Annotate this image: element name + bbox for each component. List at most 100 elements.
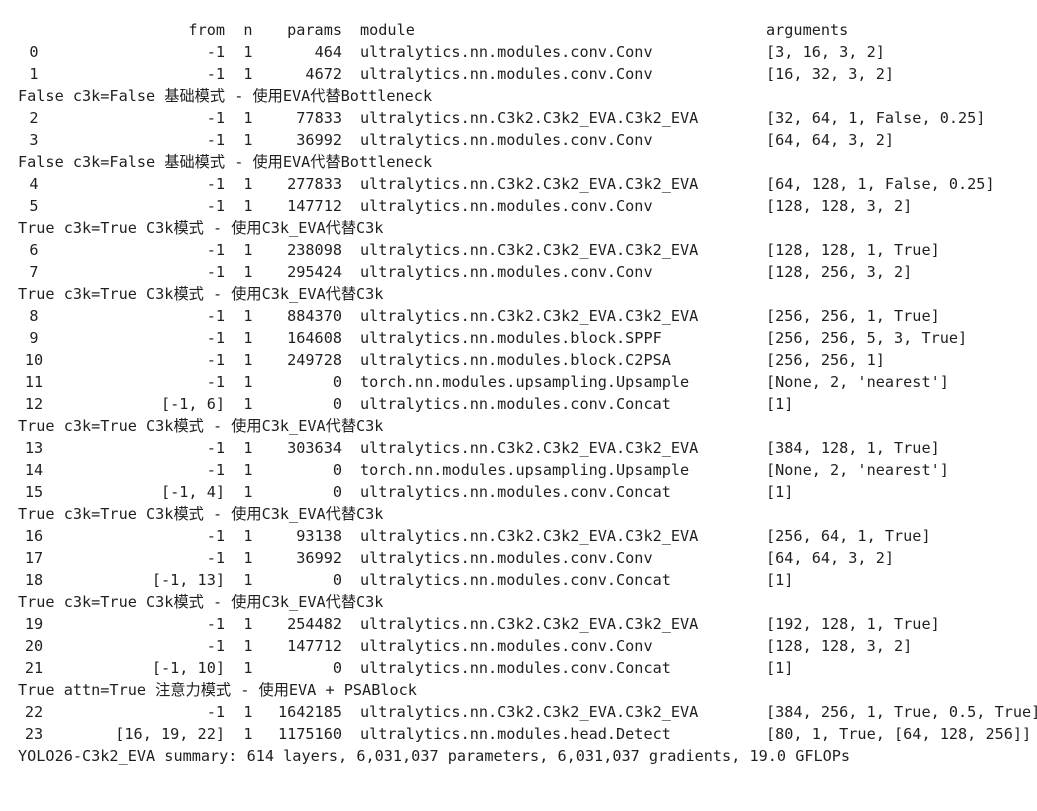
summary-line: YOLO26-C3k2_EVA summary: 614 layers, 6,0…: [0, 745, 1037, 767]
layer-module: ultralytics.nn.C3k2.C3k2_EVA.C3k2_EVA: [360, 109, 699, 127]
layer-params: 0: [332, 373, 342, 391]
layer-params: 147712: [287, 197, 342, 215]
table-row: 21 [-1, 10] 1 0 ultralytics.nn.modules.conv.…: [0, 657, 1037, 679]
layer-module: torch.nn.modules.upsampling.Upsample: [360, 373, 690, 391]
layer-params: 1642185: [277, 703, 342, 721]
layer-arguments: [32, 64, 1, False, 0.25]: [766, 109, 986, 127]
layer-index: 14: [24, 461, 44, 479]
header-from: from: [188, 21, 225, 39]
layer-arguments: [16, 32, 3, 2]: [766, 65, 895, 83]
layer-n: 1: [243, 659, 253, 677]
layer-from: -1: [206, 263, 225, 281]
layer-from: [-1, 13]: [151, 571, 225, 589]
layer-module: ultralytics.nn.C3k2.C3k2_EVA.C3k2_EVA: [360, 241, 699, 259]
summary-text: YOLO26-C3k2_EVA summary: 614 layers, 6,0…: [18, 747, 851, 765]
layer-arguments: [64, 64, 3, 2]: [766, 131, 895, 149]
layer-arguments: [128, 128, 3, 2]: [766, 197, 913, 215]
table-header: from n params module arguments: [0, 19, 1037, 41]
layer-from: -1: [206, 439, 225, 457]
layer-params: 36992: [296, 549, 342, 567]
layer-index: 13: [24, 439, 44, 457]
layer-arguments: [1]: [766, 659, 794, 677]
layer-params: 295424: [287, 263, 342, 281]
header-module: module: [360, 21, 415, 39]
layer-from: -1: [206, 615, 225, 633]
log-note-line: True c3k=True C3k模式 - 使用C3k_EVA代替C3k: [0, 591, 1037, 613]
layer-index: 23: [24, 725, 44, 743]
layer-n: 1: [243, 131, 253, 149]
layer-index: 19: [24, 615, 44, 633]
layer-index: 7: [29, 263, 39, 281]
table-row: 22 -1 1 1642185 ultralytics.nn.C3k2.C3k2_EVA…: [0, 701, 1037, 723]
log-note-line: True c3k=True C3k模式 - 使用C3k_EVA代替C3k: [0, 217, 1037, 239]
layer-index: 10: [24, 351, 44, 369]
log-note-text: True c3k=True C3k模式 - 使用C3k_EVA代替C3k: [18, 505, 384, 523]
layer-arguments: [256, 256, 1, True]: [766, 307, 940, 325]
layer-module: ultralytics.nn.modules.conv.Concat: [360, 571, 671, 589]
layer-params: 254482: [287, 615, 342, 633]
table-row: 15 [-1, 4] 1 0 ultralytics.nn.modules.conv.C…: [0, 481, 1037, 503]
table-row: 5 -1 1 147712 ultralytics.nn.modules.conv.Co…: [0, 195, 1037, 217]
layer-table: 0 -1 1 464 ultralytics.nn.modules.conv.Conv […: [0, 41, 1037, 745]
layer-module: ultralytics.nn.modules.block.SPPF: [360, 329, 662, 347]
layer-n: 1: [243, 637, 253, 655]
layer-module: ultralytics.nn.modules.conv.Concat: [360, 395, 671, 413]
layer-arguments: [1]: [766, 395, 794, 413]
log-note-text: False c3k=False 基础模式 - 使用EVA代替Bottleneck: [18, 153, 433, 171]
layer-n: 1: [243, 395, 253, 413]
log-note-text: False c3k=False 基础模式 - 使用EVA代替Bottleneck: [18, 87, 433, 105]
layer-module: ultralytics.nn.C3k2.C3k2_EVA.C3k2_EVA: [360, 175, 699, 193]
log-note-text: True c3k=True C3k模式 - 使用C3k_EVA代替C3k: [18, 219, 384, 237]
layer-module: ultralytics.nn.C3k2.C3k2_EVA.C3k2_EVA: [360, 527, 699, 545]
layer-n: 1: [243, 263, 253, 281]
layer-module: ultralytics.nn.modules.conv.Conv: [360, 197, 653, 215]
table-row: 7 -1 1 295424 ultralytics.nn.modules.conv.Co…: [0, 261, 1037, 283]
layer-from: -1: [206, 351, 225, 369]
layer-arguments: [256, 256, 1]: [766, 351, 885, 369]
table-row: 20 -1 1 147712 ultralytics.nn.modules.conv.C…: [0, 635, 1037, 657]
table-row: 1 -1 1 4672 ultralytics.nn.modules.conv.Conv…: [0, 63, 1037, 85]
layer-n: 1: [243, 725, 253, 743]
layer-params: 0: [332, 659, 342, 677]
layer-module: ultralytics.nn.modules.block.C2PSA: [360, 351, 671, 369]
layer-index: 12: [24, 395, 44, 413]
table-row: 11 -1 1 0 torch.nn.modules.upsampling.Upsamp…: [0, 371, 1037, 393]
log-note-line: False c3k=False 基础模式 - 使用EVA代替Bottleneck: [0, 85, 1037, 107]
table-row: 3 -1 1 36992 ultralytics.nn.modules.conv.Con…: [0, 129, 1037, 151]
layer-n: 1: [243, 549, 253, 567]
layer-params: 0: [332, 461, 342, 479]
layer-from: -1: [206, 109, 225, 127]
layer-index: 5: [29, 197, 39, 215]
layer-params: 164608: [287, 329, 342, 347]
layer-module: ultralytics.nn.C3k2.C3k2_EVA.C3k2_EVA: [360, 703, 699, 721]
layer-arguments: [128, 128, 3, 2]: [766, 637, 913, 655]
layer-index: 22: [24, 703, 44, 721]
layer-module: ultralytics.nn.modules.conv.Conv: [360, 43, 653, 61]
layer-index: 9: [29, 329, 39, 347]
layer-arguments: [None, 2, 'nearest']: [766, 461, 949, 479]
log-note-line: True c3k=True C3k模式 - 使用C3k_EVA代替C3k: [0, 415, 1037, 437]
header-params: params: [287, 21, 342, 39]
console-output: from n params module arguments 0 -1 1 464 ul…: [0, 19, 1037, 767]
layer-params: 238098: [287, 241, 342, 259]
layer-arguments: [384, 256, 1, True, 0.5, True]: [766, 703, 1037, 721]
layer-arguments: [384, 128, 1, True]: [766, 439, 940, 457]
table-row: 0 -1 1 464 ultralytics.nn.modules.conv.Conv […: [0, 41, 1037, 63]
layer-index: 11: [24, 373, 44, 391]
table-row: 14 -1 1 0 torch.nn.modules.upsampling.Upsamp…: [0, 459, 1037, 481]
layer-params: 0: [332, 483, 342, 501]
layer-n: 1: [243, 571, 253, 589]
layer-params: 464: [314, 43, 342, 61]
layer-from: [-1, 6]: [160, 395, 225, 413]
layer-index: 17: [24, 549, 44, 567]
table-row: 19 -1 1 254482 ultralytics.nn.C3k2.C3k2_EVA.…: [0, 613, 1037, 635]
layer-from: -1: [206, 703, 225, 721]
layer-module: torch.nn.modules.upsampling.Upsample: [360, 461, 690, 479]
log-note-text: True c3k=True C3k模式 - 使用C3k_EVA代替C3k: [18, 417, 384, 435]
layer-module: ultralytics.nn.modules.conv.Conv: [360, 131, 653, 149]
table-row: 9 -1 1 164608 ultralytics.nn.modules.block.S…: [0, 327, 1037, 349]
table-row: 2 -1 1 77833 ultralytics.nn.C3k2.C3k2_EVA.C3…: [0, 107, 1037, 129]
table-row: 17 -1 1 36992 ultralytics.nn.modules.conv.Co…: [0, 547, 1037, 569]
layer-params: 36992: [296, 131, 342, 149]
header-n: n: [243, 21, 253, 39]
